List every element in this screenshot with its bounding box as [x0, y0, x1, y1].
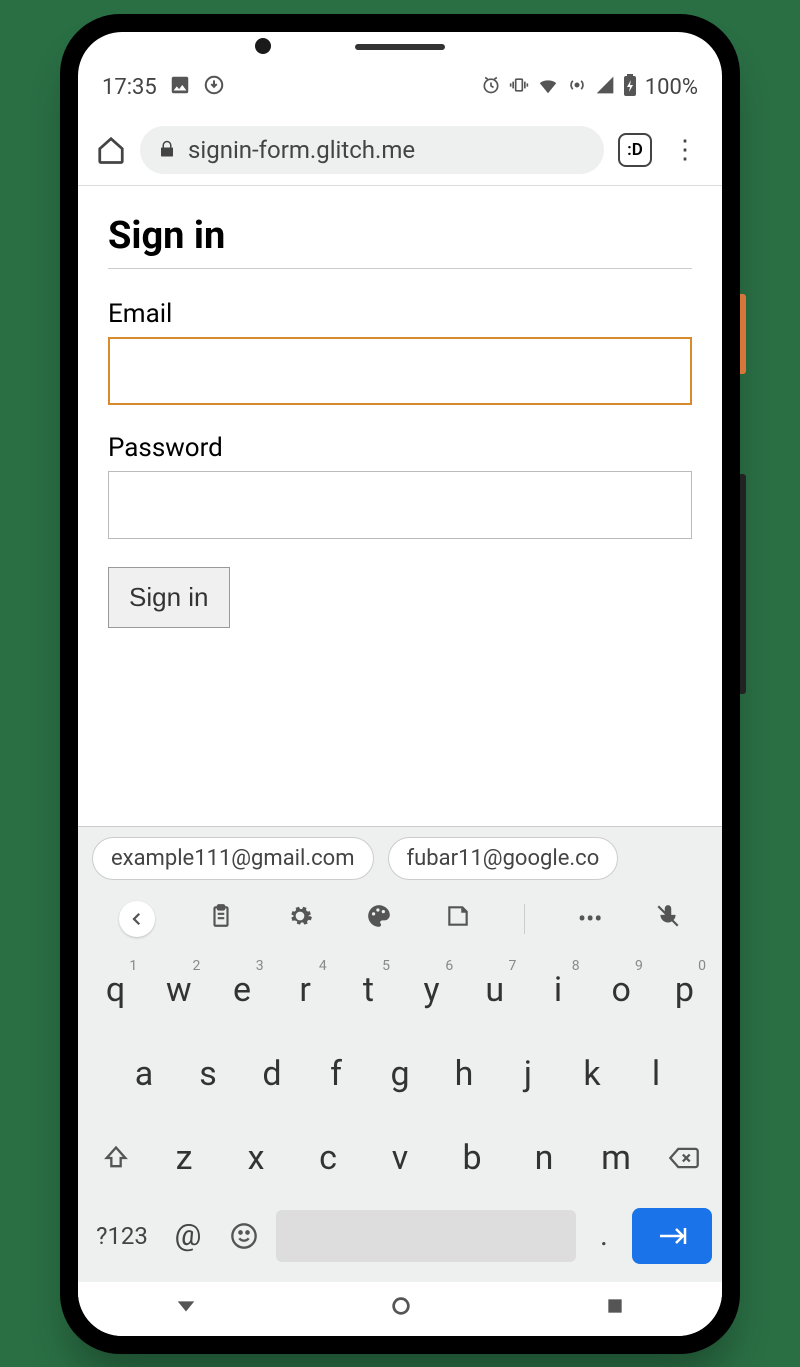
key-r[interactable]: 4r [276, 954, 335, 1026]
nav-recents-icon[interactable] [605, 1296, 625, 1322]
key-w[interactable]: 2w [149, 954, 208, 1026]
key-l[interactable]: l [626, 1038, 686, 1110]
nav-home-icon[interactable] [390, 1295, 412, 1323]
page-content: Sign in Email Password Sign in [78, 186, 722, 826]
key-i[interactable]: 8i [528, 954, 587, 1026]
image-icon [169, 74, 191, 102]
shift-key[interactable] [86, 1122, 146, 1194]
chevron-left-icon[interactable] [119, 901, 155, 937]
key-m[interactable]: m [582, 1122, 650, 1194]
vibrate-icon [509, 75, 529, 100]
mic-off-icon[interactable] [655, 903, 681, 935]
autofill-suggestions: example111@gmail.com fubar11@google.co [78, 826, 722, 890]
home-icon[interactable] [96, 135, 126, 165]
toolbar-divider [524, 904, 525, 934]
key-k[interactable]: k [562, 1038, 622, 1110]
power-button [740, 294, 746, 374]
suggestion-1[interactable]: example111@gmail.com [92, 837, 374, 880]
keyboard-row-4: ?123 @ . [78, 1200, 722, 1272]
page-title: Sign in [108, 214, 692, 269]
gear-icon[interactable] [287, 903, 313, 935]
more-icon[interactable]: ••• [578, 905, 602, 933]
suggestion-2[interactable]: fubar11@google.co [388, 837, 619, 880]
sticker-icon[interactable] [445, 903, 471, 935]
key-u[interactable]: 7u [465, 954, 524, 1026]
lock-icon [158, 136, 176, 164]
email-label: Email [108, 299, 692, 329]
palette-icon[interactable] [366, 903, 392, 935]
key-t[interactable]: 5t [339, 954, 398, 1026]
url-text: signin-form.glitch.me [188, 136, 415, 164]
key-g[interactable]: g [370, 1038, 430, 1110]
key-d[interactable]: d [242, 1038, 302, 1110]
volume-button [740, 474, 746, 694]
key-e[interactable]: 3e [212, 954, 271, 1026]
battery-icon [623, 74, 637, 101]
keyboard-row-3: zxcvbnm [78, 1116, 722, 1200]
status-time: 17:35 [102, 75, 157, 100]
downloads-icon [203, 74, 225, 102]
key-c[interactable]: c [294, 1122, 362, 1194]
key-h[interactable]: h [434, 1038, 494, 1110]
key-a[interactable]: a [114, 1038, 174, 1110]
hotspot-icon [567, 75, 587, 100]
keyboard: ••• 1q2w3e4r5t6y7u8i9o0p asdfghjkl zxcvb… [78, 890, 722, 1282]
symbols-key[interactable]: ?123 [88, 1206, 156, 1266]
key-v[interactable]: v [366, 1122, 434, 1194]
period-key[interactable]: . [584, 1206, 624, 1266]
backspace-key[interactable] [654, 1122, 714, 1194]
speaker [355, 44, 445, 50]
alarm-icon [481, 75, 501, 100]
key-s[interactable]: s [178, 1038, 238, 1110]
password-field[interactable] [108, 471, 692, 539]
tab-count[interactable]: :D [618, 133, 652, 167]
password-label: Password [108, 433, 692, 463]
key-q[interactable]: 1q [86, 954, 145, 1026]
key-p[interactable]: 0p [655, 954, 714, 1026]
url-bar[interactable]: signin-form.glitch.me [140, 126, 604, 174]
key-x[interactable]: x [222, 1122, 290, 1194]
email-field[interactable] [108, 337, 692, 405]
menu-icon[interactable]: ⋮ [666, 135, 704, 165]
signin-button[interactable]: Sign in [108, 567, 230, 628]
phone-frame: 17:35 [60, 14, 740, 1354]
emoji-key[interactable] [220, 1206, 268, 1266]
enter-key[interactable] [632, 1208, 712, 1264]
status-bar: 17:35 [78, 60, 722, 116]
keyboard-row-2: asdfghjkl [78, 1032, 722, 1116]
browser-bar: signin-form.glitch.me :D ⋮ [78, 116, 722, 186]
key-n[interactable]: n [510, 1122, 578, 1194]
at-key[interactable]: @ [164, 1206, 212, 1266]
key-f[interactable]: f [306, 1038, 366, 1110]
signal-icon [595, 75, 615, 100]
android-nav-bar [78, 1282, 722, 1336]
front-camera [255, 38, 271, 54]
key-o[interactable]: 9o [592, 954, 651, 1026]
keyboard-row-1: 1q2w3e4r5t6y7u8i9o0p [78, 948, 722, 1032]
space-key[interactable] [276, 1210, 576, 1262]
clipboard-icon[interactable] [208, 903, 234, 935]
nav-back-icon[interactable] [175, 1295, 197, 1323]
wifi-icon [537, 74, 559, 101]
key-j[interactable]: j [498, 1038, 558, 1110]
battery-text: 100% [645, 75, 698, 100]
keyboard-toolbar: ••• [78, 890, 722, 948]
key-y[interactable]: 6y [402, 954, 461, 1026]
key-b[interactable]: b [438, 1122, 506, 1194]
key-z[interactable]: z [150, 1122, 218, 1194]
